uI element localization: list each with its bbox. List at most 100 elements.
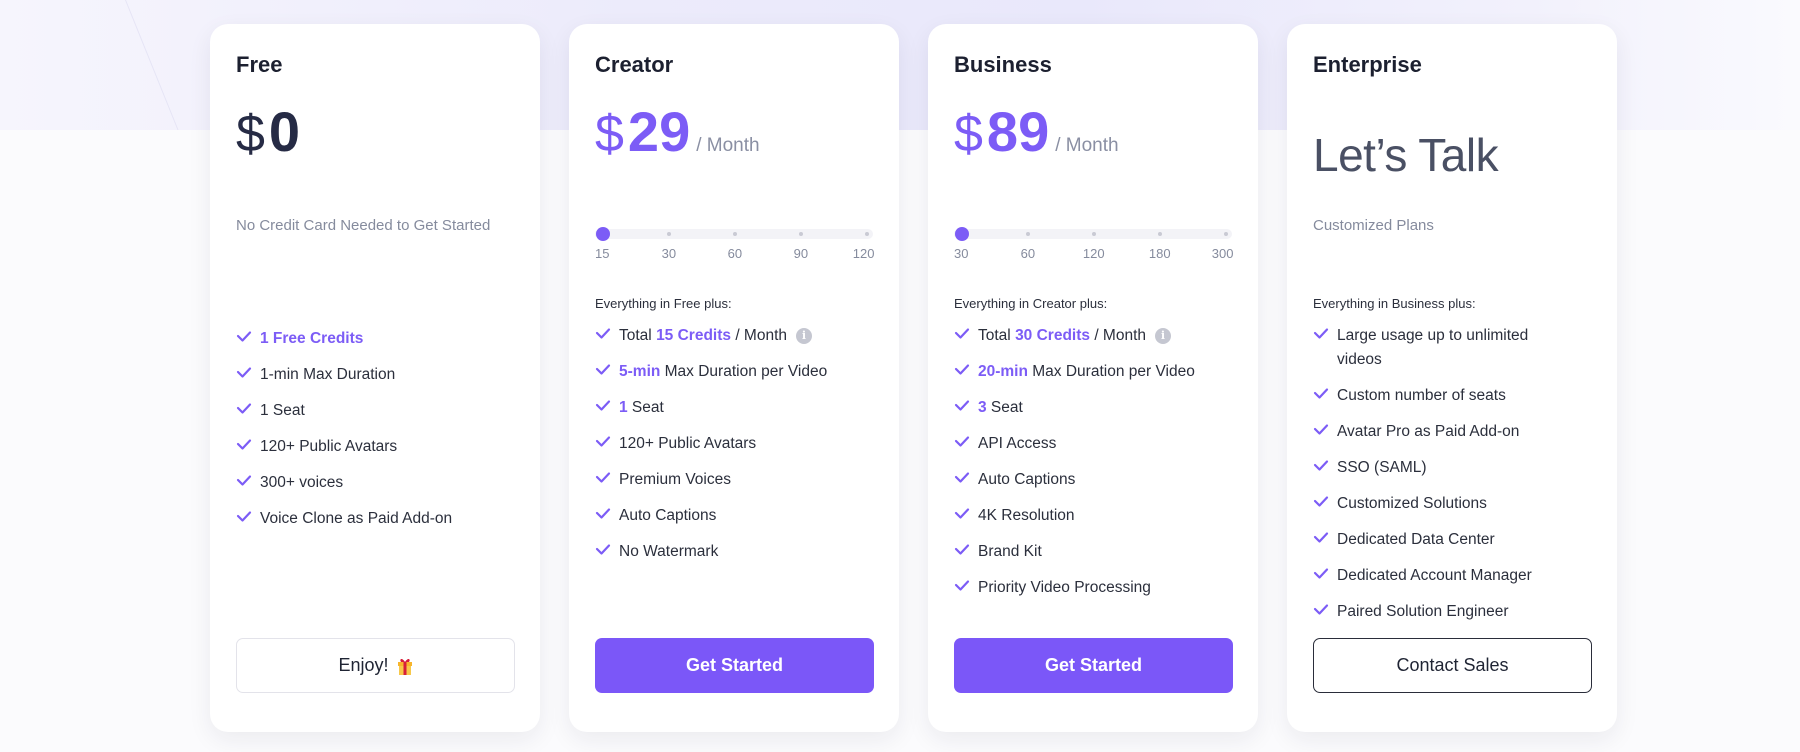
feature-text-part: No Watermark xyxy=(619,543,719,560)
feature-text: 120+ Public Avatars xyxy=(260,435,397,459)
feature-item: Voice Clone as Paid Add-on xyxy=(236,507,516,531)
feature-text: Paired Solution Engineer xyxy=(1337,600,1508,624)
feature-text: Total 15 Credits / Month xyxy=(619,324,787,348)
feature-item: Total 15 Credits / Month i xyxy=(595,324,875,348)
feature-item: 5-min Max Duration per Video xyxy=(595,360,875,384)
slider-handle[interactable] xyxy=(596,227,610,241)
feature-item: 1 Free Credits xyxy=(236,327,516,351)
feature-text: SSO (SAML) xyxy=(1337,456,1427,480)
feature-highlight: 1 Free Credits xyxy=(260,330,364,347)
feature-text-part: Seat xyxy=(986,399,1023,416)
slider-step-dot[interactable] xyxy=(865,232,869,236)
feature-text: 1 Free Credits xyxy=(260,327,363,351)
check-icon xyxy=(954,434,970,450)
feature-item: Paired Solution Engineer xyxy=(1313,600,1553,624)
feature-text: 1 Seat xyxy=(260,399,305,423)
slider-tick-label: 180 xyxy=(1148,246,1171,261)
get-started-button[interactable]: Get Started xyxy=(595,638,874,693)
check-icon xyxy=(954,578,970,594)
feature-text: 5-min Max Duration per Video xyxy=(619,360,827,384)
enjoy-button[interactable]: Enjoy! xyxy=(236,638,515,693)
check-icon xyxy=(1313,326,1329,342)
credits-slider[interactable]: 30 60 120 180 300 xyxy=(954,226,1234,261)
slider-step-dot[interactable] xyxy=(1224,232,1228,236)
check-icon xyxy=(595,542,611,558)
slider-step-dot[interactable] xyxy=(1092,232,1096,236)
feature-text-part: / Month xyxy=(731,327,788,344)
check-icon xyxy=(595,362,611,378)
currency-symbol: $ xyxy=(236,105,265,163)
feature-text-part: Max Duration per Video xyxy=(1027,363,1195,380)
plan-headline: Let’s Talk xyxy=(1313,129,1499,181)
section-label: Everything in Business plus: xyxy=(1313,296,1476,311)
feature-item: Customized Solutions xyxy=(1313,492,1553,516)
slider-tick-labels: 15 30 60 90 120 xyxy=(595,246,875,262)
slider-tick-label: 60 xyxy=(727,246,743,261)
pricing-cards: Free $ 0 No Credit Card Needed to Get St… xyxy=(210,24,1617,732)
slider-step-dot[interactable] xyxy=(733,232,737,236)
feature-text: Avatar Pro as Paid Add-on xyxy=(1337,420,1519,444)
feature-text: Custom number of seats xyxy=(1337,384,1506,408)
slider-step-dot[interactable] xyxy=(1158,232,1162,236)
check-icon xyxy=(595,398,611,414)
credits-slider[interactable]: 15 30 60 90 120 xyxy=(595,226,875,261)
slider-tick-label: 90 xyxy=(793,246,809,261)
check-icon xyxy=(1313,602,1329,618)
feature-item: 20-min Max Duration per Video xyxy=(954,360,1234,384)
slider-step-dot[interactable] xyxy=(667,232,671,236)
feature-item: SSO (SAML) xyxy=(1313,456,1553,480)
slider-step-dot[interactable] xyxy=(799,232,803,236)
check-icon xyxy=(1313,422,1329,438)
feature-item: Custom number of seats xyxy=(1313,384,1553,408)
check-icon xyxy=(954,326,970,342)
plan-card-free: Free $ 0 No Credit Card Needed to Get St… xyxy=(210,24,540,732)
feature-text-part: Paired Solution Engineer xyxy=(1337,603,1509,620)
feature-text-part: Max Duration per Video xyxy=(660,363,828,380)
contact-sales-button[interactable]: Contact Sales xyxy=(1313,638,1592,693)
check-icon xyxy=(595,326,611,342)
check-icon xyxy=(1313,566,1329,582)
feature-list: Large usage up to unlimited videos Custom… xyxy=(1313,324,1553,636)
feature-text: Auto Captions xyxy=(978,468,1075,492)
feature-text-part: 120+ Public Avatars xyxy=(619,435,757,452)
billing-period: / Month xyxy=(1055,135,1119,156)
check-icon xyxy=(1313,494,1329,510)
feature-text-part: Large usage up to unlimited videos xyxy=(1337,327,1529,368)
feature-item: Total 30 Credits / Month i xyxy=(954,324,1234,348)
info-icon[interactable]: i xyxy=(796,328,813,344)
info-icon[interactable]: i xyxy=(1155,328,1172,344)
get-started-button[interactable]: Get Started xyxy=(954,638,1233,693)
slider-tick-label: 60 xyxy=(1020,246,1036,261)
feature-text-part: 300+ voices xyxy=(260,474,344,491)
feature-item: 120+ Public Avatars xyxy=(236,435,516,459)
feature-text-part: Auto Captions xyxy=(619,507,717,524)
currency-symbol: $ xyxy=(954,105,983,163)
slider-tick-label: 120 xyxy=(852,246,875,261)
check-icon xyxy=(1313,458,1329,474)
plan-price: $ 29 / Month xyxy=(595,104,760,161)
feature-text: Customized Solutions xyxy=(1337,492,1487,516)
slider-tick-label: 15 xyxy=(595,246,610,261)
feature-highlight: 3 xyxy=(978,399,987,416)
slider-step-dot[interactable] xyxy=(1026,232,1030,236)
check-icon xyxy=(595,506,611,522)
feature-text-part: Priority Video Processing xyxy=(978,579,1151,596)
feature-text: Total 30 Credits / Month xyxy=(978,324,1146,348)
feature-item: Dedicated Data Center xyxy=(1313,528,1553,552)
slider-handle[interactable] xyxy=(955,227,969,241)
slider-tick-label: 30 xyxy=(661,246,677,261)
feature-item: 3 Seat xyxy=(954,396,1234,420)
feature-text-part: Seat xyxy=(627,399,664,416)
feature-text-part: Total xyxy=(619,327,657,344)
slider-tick-labels: 30 60 120 180 300 xyxy=(954,246,1234,262)
section-label: Everything in Creator plus: xyxy=(954,296,1108,311)
feature-item: 1 Seat xyxy=(236,399,516,423)
slider-tick-label: 120 xyxy=(1082,246,1105,261)
feature-text-part: Custom number of seats xyxy=(1337,387,1506,404)
plan-name: Business xyxy=(954,52,1052,77)
plan-subtitle: No Credit Card Needed to Get Started xyxy=(236,217,491,234)
feature-item: API Access xyxy=(954,432,1234,456)
feature-item: Auto Captions xyxy=(595,504,875,528)
check-icon xyxy=(954,470,970,486)
feature-item: 1-min Max Duration xyxy=(236,363,516,387)
